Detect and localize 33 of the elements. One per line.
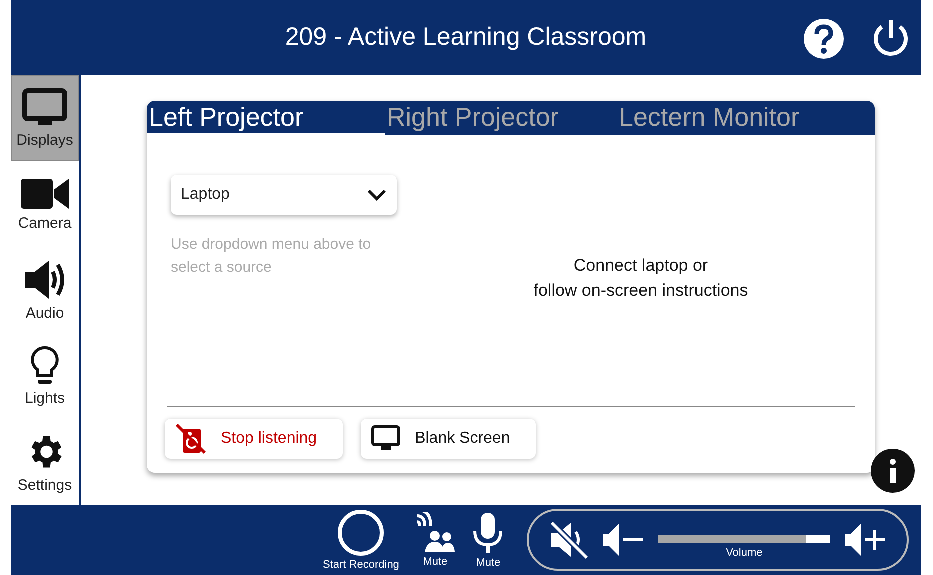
mute-button[interactable]: Mute <box>415 512 456 568</box>
source-hint: Use dropdown menu above to select a source <box>171 235 372 278</box>
record-button[interactable]: Start Recording <box>323 509 400 571</box>
room-title: 209 - Active Learning Classroom <box>285 23 647 52</box>
volume-down-button[interactable] <box>601 522 646 558</box>
connect-message: Connect laptop or follow on-screen instructions <box>532 255 750 302</box>
record-circle-icon <box>337 509 386 557</box>
help-icon <box>803 18 845 60</box>
help-button[interactable] <box>803 18 845 60</box>
speaker-icon <box>23 258 67 300</box>
microphone-icon <box>471 511 506 555</box>
volume-label: Volume <box>726 547 763 559</box>
hearing-assist-off-icon <box>175 423 207 455</box>
people-broadcast-icon <box>415 512 456 554</box>
source-dropdown[interactable]: Laptop <box>171 175 397 215</box>
monitor-icon <box>22 88 68 128</box>
stop-listening-button[interactable]: Stop listening <box>165 419 344 459</box>
volume-slider[interactable] <box>658 535 830 543</box>
display-tab[interactable]: Lectern Monitor <box>617 101 857 135</box>
volume-up-button[interactable] <box>843 522 888 558</box>
display-tab[interactable]: Right Projector <box>385 101 617 135</box>
video-camera-icon <box>21 176 69 210</box>
volume-up-icon <box>843 522 888 558</box>
info-icon <box>888 459 898 483</box>
monitor-icon <box>371 425 402 453</box>
display-tab[interactable]: Left Projector <box>147 101 385 135</box>
volume-down-icon <box>601 522 646 558</box>
light-bulb-icon <box>30 346 60 386</box>
sidebar-item[interactable]: Displays <box>11 75 79 161</box>
chevron-down-icon <box>367 189 387 201</box>
info-button[interactable] <box>871 449 915 493</box>
blank-screen-button[interactable]: Blank Screen <box>361 419 536 459</box>
mute-button[interactable]: Mute <box>471 511 506 569</box>
